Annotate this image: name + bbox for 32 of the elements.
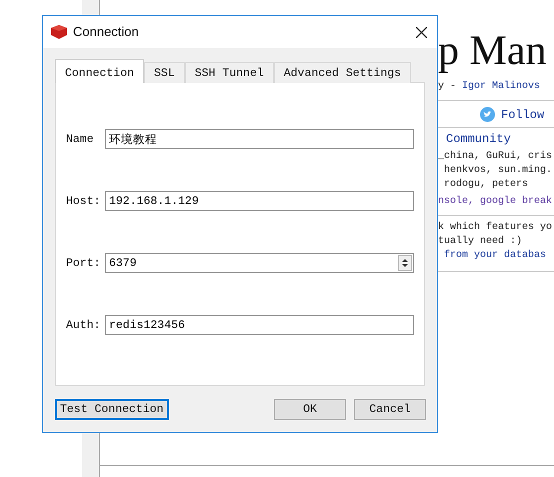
cube-icon <box>51 25 67 39</box>
tab[interactable]: SSL <box>144 62 185 84</box>
dialog-button[interactable]: Test Connection <box>55 399 169 420</box>
input-field[interactable]: 192.168.1.129 <box>105 191 414 212</box>
project-links[interactable]: nsole, google break <box>438 195 554 209</box>
contributor-names: rodogu, peters <box>443 178 530 192</box>
author-link[interactable]: Igor Malinovs <box>462 81 540 92</box>
close-icon[interactable] <box>416 26 427 38</box>
window-title: Connection <box>73 23 139 42</box>
database-link[interactable]: from your databas <box>438 249 554 263</box>
bird-icon <box>480 107 495 122</box>
tab[interactable]: Connection <box>55 59 144 84</box>
follow-link[interactable]: Follow <box>501 108 544 122</box>
page-heading: p Man <box>438 30 548 72</box>
note-text: tually need :) <box>438 235 524 249</box>
note-text: k which features yo <box>438 221 554 235</box>
field-label: Auth: <box>66 318 102 334</box>
community-heading: Community <box>446 132 512 146</box>
byline-text: y - <box>438 81 458 92</box>
input-field[interactable]: 环境教程 <box>105 129 414 150</box>
field-label: Name <box>66 132 95 148</box>
dialog-button[interactable]: Cancel <box>354 399 426 420</box>
field-label: Host: <box>66 194 102 210</box>
spin-arrows-icon[interactable] <box>398 255 412 272</box>
tab[interactable]: SSH Tunnel <box>184 62 274 84</box>
tab[interactable]: Advanced Settings <box>274 62 412 84</box>
dialog-button[interactable]: OK <box>274 399 346 420</box>
contributor-names: henkvos, sun.ming. <box>443 164 554 178</box>
input-field[interactable]: redis123456 <box>105 315 414 336</box>
port-spinbox[interactable]: 6379 <box>105 253 414 274</box>
field-label: Port: <box>66 256 102 272</box>
contributor-names: _china, GuRui, cris <box>438 150 554 164</box>
